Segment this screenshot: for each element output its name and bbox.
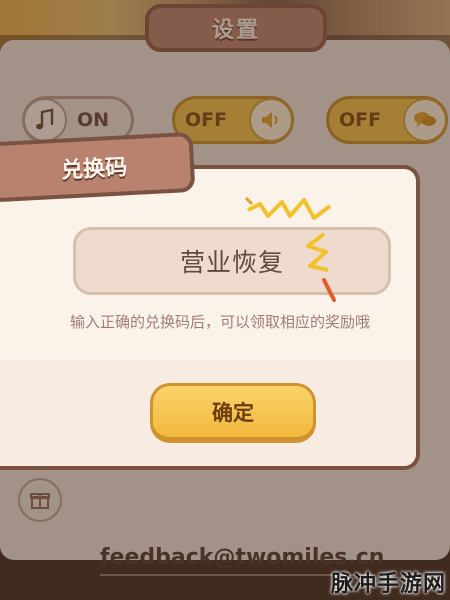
redeem-code-input[interactable]: 营业恢复 [73,227,391,295]
watermark-text: 脉冲手游网 [330,572,446,597]
redeem-hint: 输入正确的兑换码后，可以领取相应的奖励哦 [70,313,371,331]
confirm-button[interactable]: 确定 [150,383,316,443]
game-scene: 设置 ON OFF OFF feedback@twomiles.cn 兑换码 营… [0,0,450,600]
redeem-title: 兑换码 [0,131,196,203]
